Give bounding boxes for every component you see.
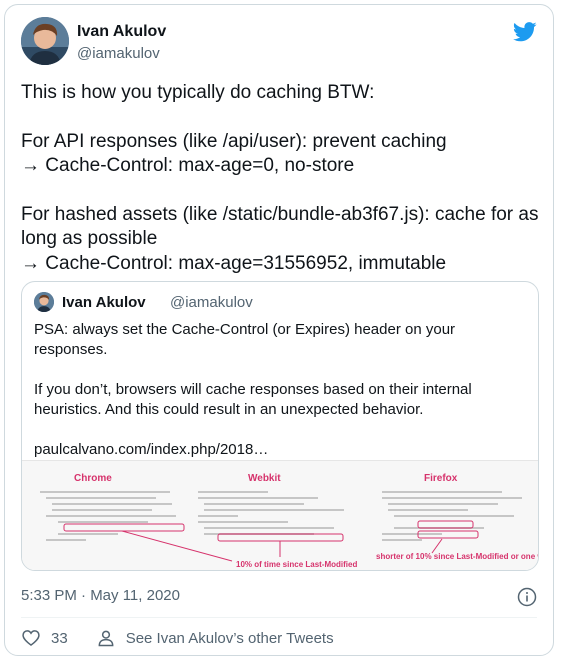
author-handle[interactable]: @iamakulov xyxy=(77,45,160,62)
quoted-paragraph: If you don’t, browsers will cache respon… xyxy=(34,381,472,418)
tweet-timestamp[interactable]: 5:33 PM · May 11, 2020 xyxy=(21,587,180,604)
author-name[interactable]: Ivan Akulov xyxy=(77,23,166,41)
tweet-paragraph: For hashed assets (like /static/bundle-a… xyxy=(21,203,539,274)
tweet-card: Ivan Akulov @iamakulov This is how you t… xyxy=(4,4,554,656)
image-label-chrome: Chrome xyxy=(74,473,112,484)
image-label-firefox: Firefox xyxy=(424,473,458,484)
quoted-link[interactable]: paulcalvano.com/index.php/2018… xyxy=(34,440,524,460)
tweet-paragraph: This is how you typically do caching BTW… xyxy=(21,82,375,103)
twitter-bird-icon[interactable] xyxy=(513,21,537,43)
heart-icon[interactable] xyxy=(21,628,41,648)
divider xyxy=(21,617,537,618)
like-count[interactable]: 33 xyxy=(51,630,68,647)
quoted-tweet[interactable]: Ivan Akulov @iamakulov PSA: always set t… xyxy=(21,281,539,571)
image-label-webkit: Webkit xyxy=(248,473,281,484)
info-icon[interactable] xyxy=(517,587,537,607)
quoted-author-name: Ivan Akulov xyxy=(62,294,146,311)
quoted-author-handle: @iamakulov xyxy=(170,294,253,311)
quoted-media-image[interactable]: Chrome Webkit Firefox 10% of time since … xyxy=(22,460,539,570)
tweet-actions: 33 See Ivan Akulov’s other Tweets xyxy=(21,627,334,649)
tweet-paragraph: For API responses (like /api/user): prev… xyxy=(21,130,447,177)
quoted-text: PSA: always set the Cache-Control (or Ex… xyxy=(34,320,524,460)
image-annotation-firefox: shorter of 10% since Last-Modified or on… xyxy=(376,552,539,561)
quoted-author-avatar xyxy=(34,292,54,312)
person-icon[interactable] xyxy=(96,628,116,648)
author-avatar[interactable] xyxy=(21,17,69,65)
quoted-paragraph: PSA: always set the Cache-Control (or Ex… xyxy=(34,321,456,358)
image-annotation-webkit: 10% of time since Last-Modified xyxy=(236,560,357,569)
tweet-text: This is how you typically do caching BTW… xyxy=(21,81,541,276)
other-tweets-link[interactable]: See Ivan Akulov’s other Tweets xyxy=(126,630,334,647)
